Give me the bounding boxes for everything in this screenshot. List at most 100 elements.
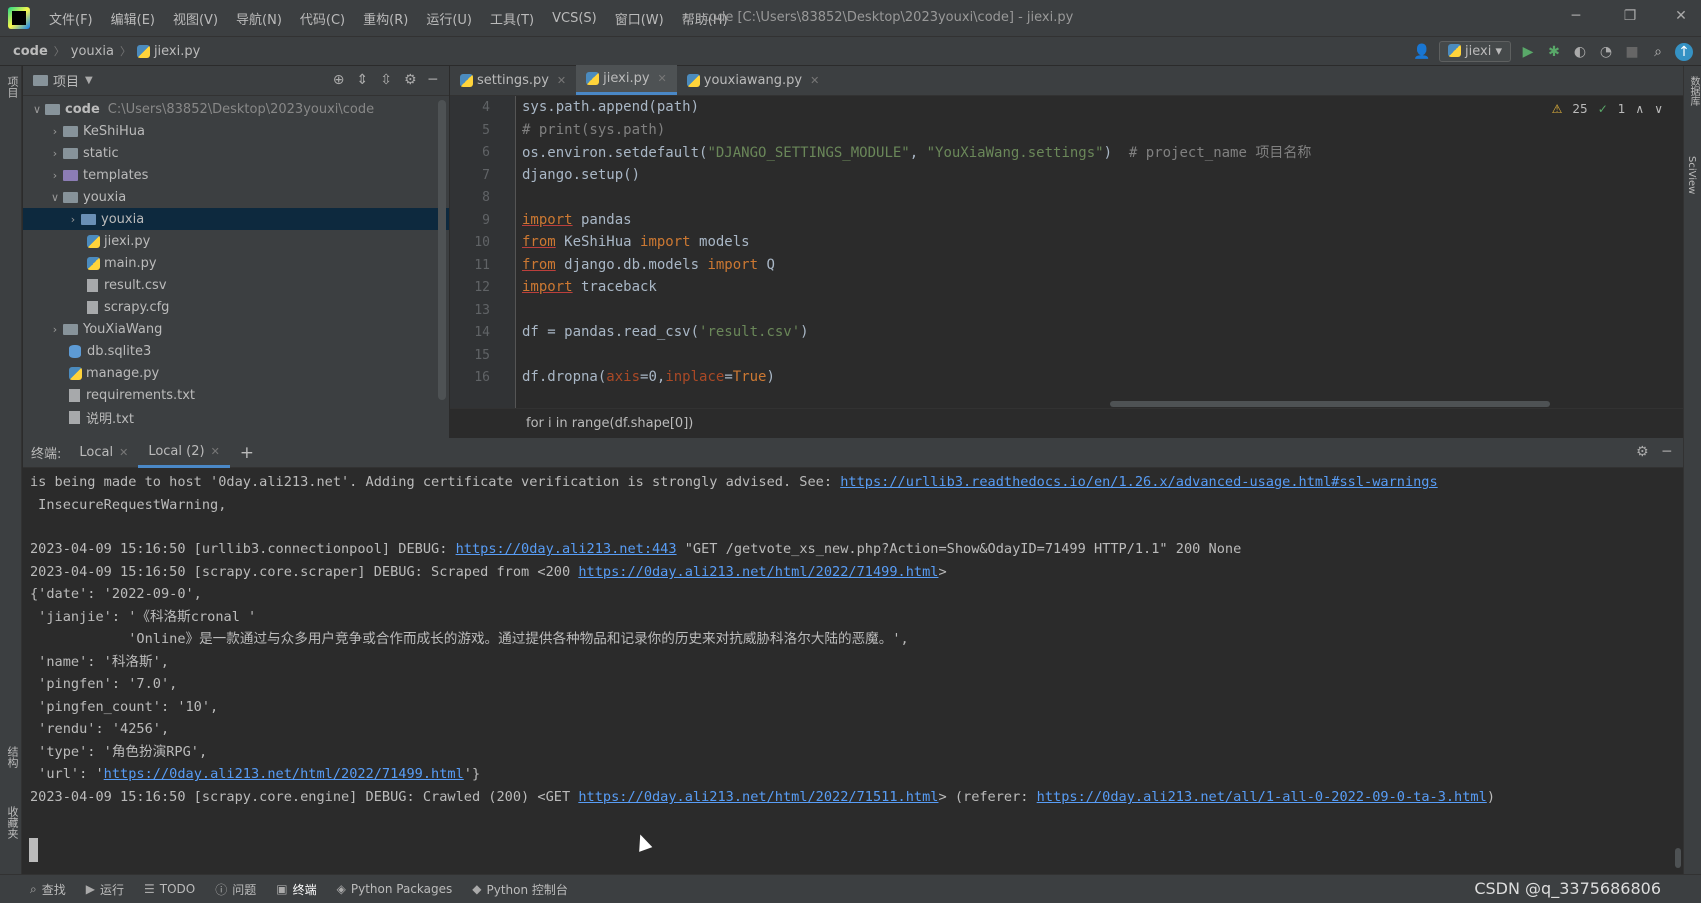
locate-icon[interactable]: ⊕ <box>333 72 345 88</box>
gear-icon[interactable]: ⚙ <box>1636 444 1649 460</box>
gear-icon[interactable]: ⚙ <box>404 72 417 88</box>
restore-icon[interactable]: ❐ <box>1620 8 1640 24</box>
stripe-tab-project[interactable]: 项目 <box>2 76 20 98</box>
tree-item-scrapy-cfg[interactable]: scrapy.cfg <box>23 296 449 318</box>
stripe-tab-structure[interactable]: 结构 <box>2 746 20 768</box>
menu-file[interactable]: 文件(F) <box>40 9 102 28</box>
tree-item-jiexi[interactable]: jiexi.py <box>23 230 449 252</box>
hide-icon[interactable]: ─ <box>429 72 437 88</box>
coverage-icon[interactable]: ◐ <box>1571 43 1589 61</box>
tree-item-youxia[interactable]: ∨ youxia <box>23 186 449 208</box>
tool-label: 问题 <box>232 882 257 897</box>
menu-run[interactable]: 运行(U) <box>417 9 481 28</box>
tree-item-static[interactable]: › static <box>23 142 449 164</box>
tree-item-main[interactable]: main.py <box>23 252 449 274</box>
stop-icon[interactable]: ■ <box>1623 43 1641 61</box>
run-config-select[interactable]: jiexi ▾ <box>1439 41 1511 62</box>
chevron-down-icon[interactable]: ∨ <box>1654 102 1663 116</box>
python-file-icon <box>686 73 700 87</box>
tree-item-youxia-inner[interactable]: › youxia <box>23 208 449 230</box>
tree-item-youxiawang[interactable]: › YouXiaWang <box>23 318 449 340</box>
chevron-up-icon[interactable]: ∧ <box>1635 102 1644 116</box>
menu-tools[interactable]: 工具(T) <box>481 9 543 28</box>
inspection-status[interactable]: ⚠ 25 ✓ 1 ∧ ∨ <box>1552 102 1663 116</box>
tab-youxiawang[interactable]: youxiawang.py ✕ <box>677 65 830 95</box>
menu-window[interactable]: 窗口(W) <box>606 9 673 28</box>
terminal-link[interactable]: https://0day.ali213.net/html/2022/71511.… <box>578 789 938 805</box>
menu-code[interactable]: 代码(C) <box>291 9 354 28</box>
terminal-tab-label: Local (2) <box>148 443 205 459</box>
tool-terminal[interactable]: ▣ 终端 <box>276 881 316 898</box>
menu-navigate[interactable]: 导航(N) <box>227 9 291 28</box>
breadcrumb-file[interactable]: jiexi.py <box>131 44 206 59</box>
profile-icon[interactable]: ◔ <box>1597 43 1615 61</box>
tool-python-console[interactable]: ◆ Python 控制台 <box>472 881 568 898</box>
python-file-icon <box>136 44 150 58</box>
terminal-link[interactable]: https://urllib3.readthedocs.io/en/1.26.x… <box>840 474 1437 490</box>
breadcrumb-folder[interactable]: youxia <box>65 44 120 59</box>
terminal-link[interactable]: https://0day.ali213.net/html/2022/71499.… <box>578 564 938 580</box>
code-string: 'result.csv' <box>699 324 801 340</box>
minimize-icon[interactable]: ─ <box>1566 8 1586 24</box>
tree-item-result-csv[interactable]: result.csv <box>23 274 449 296</box>
tree-item-manage[interactable]: manage.py <box>23 362 449 384</box>
python-file-icon <box>1448 44 1462 57</box>
code-string: "YouXiaWang.settings" <box>926 145 1104 161</box>
tab-settings[interactable]: settings.py ✕ <box>450 65 576 95</box>
project-scrollbar[interactable] <box>438 100 446 400</box>
breadcrumb-project[interactable]: code <box>0 44 54 59</box>
add-terminal-icon[interactable]: + <box>240 443 254 463</box>
tool-problems[interactable]: ⓘ 问题 <box>215 881 256 898</box>
tree-item-keshihua[interactable]: › KeShiHua <box>23 120 449 142</box>
tool-todo[interactable]: ☰ TODO <box>144 882 195 896</box>
close-icon[interactable]: ✕ <box>658 72 667 85</box>
close-icon[interactable]: ✕ <box>557 74 566 87</box>
hide-icon[interactable]: ─ <box>1663 444 1671 460</box>
code-breadcrumb[interactable]: for i in range(df.shape[0]) <box>450 408 1683 438</box>
tool-label: 运行 <box>99 882 124 897</box>
python-file-icon <box>586 72 600 85</box>
terminal-link[interactable]: https://0day.ali213.net/all/1-all-0-2022… <box>1037 789 1487 805</box>
folder-icon <box>45 103 60 115</box>
terminal-tab-local[interactable]: Local ✕ <box>69 438 138 468</box>
tree-item-readme[interactable]: 说明.txt <box>23 406 449 428</box>
close-icon[interactable]: ✕ <box>1671 8 1691 24</box>
stripe-tab-database[interactable]: 数据库 <box>1686 76 1701 106</box>
user-icon[interactable]: 👤 <box>1413 43 1431 61</box>
chevron-down-icon[interactable]: ▼ <box>85 75 93 86</box>
tool-python-packages[interactable]: ◈ Python Packages <box>337 882 453 896</box>
collapse-all-icon[interactable]: ⇳ <box>380 72 392 88</box>
warning-icon: ⚠ <box>1551 102 1563 116</box>
tree-root[interactable]: ∨ code C:\Users\83852\Desktop\2023youxi\… <box>23 98 449 120</box>
close-icon[interactable]: ✕ <box>211 445 220 458</box>
tree-item-requirements[interactable]: requirements.txt <box>23 384 449 406</box>
menu-edit[interactable]: 编辑(E) <box>102 9 164 28</box>
run-icon[interactable]: ▶ <box>1519 43 1537 61</box>
expand-all-icon[interactable]: ⇕ <box>357 72 369 88</box>
tool-find[interactable]: ⌕ 查找 <box>30 881 66 898</box>
menu-refactor[interactable]: 重构(R) <box>354 9 417 28</box>
code-line: 11 from django.db.models import Q <box>450 253 1550 277</box>
tool-label: 查找 <box>41 882 66 897</box>
stripe-tab-favorites[interactable]: 收藏夹 <box>2 806 20 839</box>
editor-horizontal-scrollbar[interactable] <box>1110 401 1550 407</box>
menu-vcs[interactable]: VCS(S) <box>543 11 606 26</box>
terminal-link[interactable]: https://0day.ali213.net/html/2022/71499.… <box>104 766 464 782</box>
stripe-tab-sciview[interactable]: SciView <box>1686 156 1697 194</box>
close-icon[interactable]: ✕ <box>810 74 819 87</box>
tool-run[interactable]: ▶ 运行 <box>86 881 124 898</box>
tree-item-db-sqlite[interactable]: db.sqlite3 <box>23 340 449 362</box>
search-icon[interactable]: ⌕ <box>1649 43 1667 61</box>
menu-view[interactable]: 视图(V) <box>164 9 227 28</box>
update-icon[interactable]: ↑ <box>1675 42 1693 61</box>
terminal-scrollbar[interactable] <box>1675 848 1681 868</box>
tab-jiexi[interactable]: jiexi.py ✕ <box>576 65 677 95</box>
project-panel: 项目 ▼ ⊕ ⇕ ⇳ ⚙ ─ ∨ code C:\Users\83852\Des… <box>23 66 449 438</box>
project-panel-title[interactable]: 项目 <box>53 71 79 90</box>
terminal-tab-local-2[interactable]: Local (2) ✕ <box>138 438 230 468</box>
tree-item-templates[interactable]: › templates <box>23 164 449 186</box>
terminal-link[interactable]: https://0day.ali213.net:443 <box>456 541 677 557</box>
debug-icon[interactable]: ✱ <box>1545 43 1563 61</box>
close-icon[interactable]: ✕ <box>119 446 128 459</box>
left-tool-stripe: 项目 结构 收藏夹 <box>0 66 22 874</box>
